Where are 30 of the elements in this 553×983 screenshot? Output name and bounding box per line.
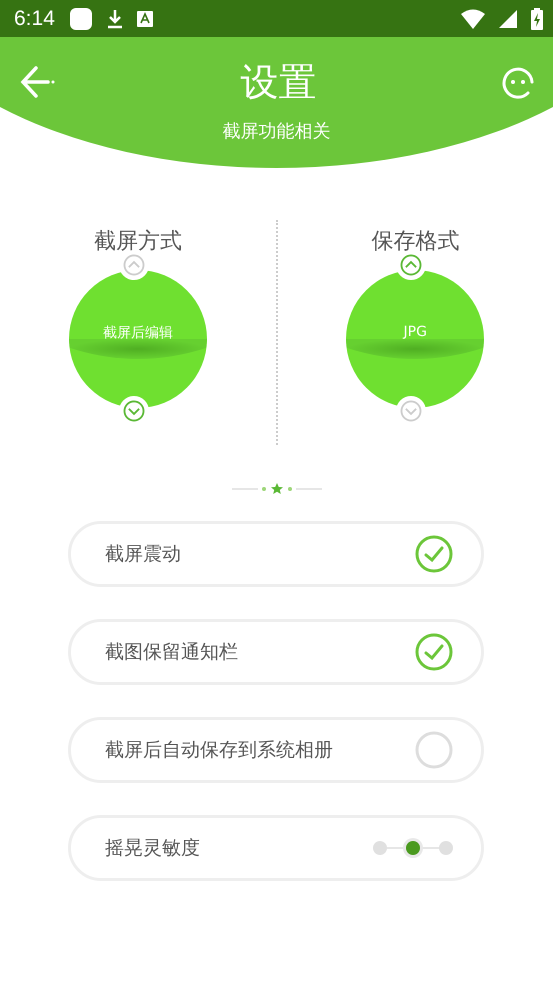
checked-checkbox[interactable] bbox=[415, 633, 453, 671]
app-icon bbox=[68, 6, 93, 30]
setting-label: 截屏后自动保存到系统相册 bbox=[105, 738, 334, 763]
smiley-icon[interactable] bbox=[501, 65, 535, 99]
back-icon[interactable] bbox=[20, 64, 56, 100]
setting-label: 截图保留通知栏 bbox=[105, 640, 239, 665]
setting-row[interactable]: 截屏震动 bbox=[68, 521, 484, 587]
setting-row[interactable]: 截图保留通知栏 bbox=[68, 619, 484, 685]
setting-row[interactable]: 截屏后自动保存到系统相册 bbox=[68, 717, 484, 783]
setting-label: 截屏震动 bbox=[105, 542, 182, 567]
signal-icon bbox=[499, 10, 517, 28]
picker-label: 保存格式 bbox=[371, 228, 460, 256]
setting-row[interactable]: 摇晃灵敏度 bbox=[68, 815, 484, 881]
checkbox[interactable] bbox=[415, 731, 453, 769]
battery-icon bbox=[531, 8, 543, 30]
picker-wheel[interactable] bbox=[346, 270, 484, 408]
page-subtitle: 截屏功能相关 bbox=[222, 120, 330, 143]
sensitivity-slider[interactable] bbox=[373, 835, 453, 861]
setting-label: 摇晃灵敏度 bbox=[105, 836, 201, 861]
download-icon bbox=[106, 8, 123, 28]
wifi-icon bbox=[461, 8, 485, 28]
checked-checkbox[interactable] bbox=[415, 535, 453, 573]
picker-value: 截屏后编辑 bbox=[102, 324, 173, 342]
status-time: 6:14 bbox=[14, 6, 55, 30]
picker-label: 截屏方式 bbox=[94, 228, 182, 256]
star-divider-icon bbox=[232, 483, 322, 495]
keyboard-icon bbox=[136, 10, 153, 26]
picker-value: JPG bbox=[404, 324, 427, 340]
picker-wheel[interactable] bbox=[68, 270, 207, 408]
page-title: 设置 bbox=[240, 58, 316, 106]
